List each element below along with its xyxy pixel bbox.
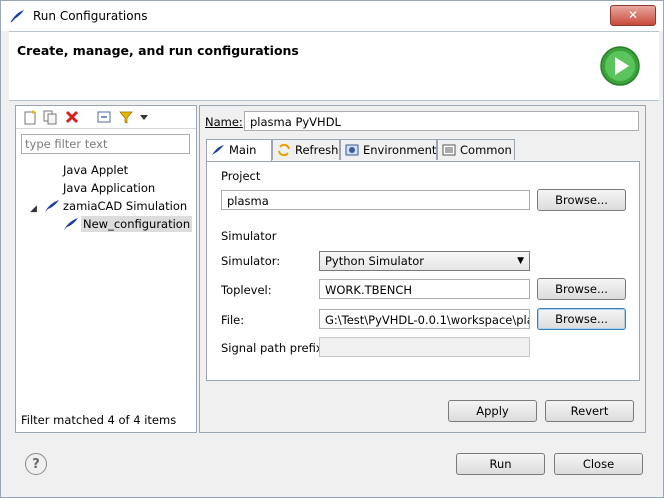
tab-main[interactable]: Main — [206, 139, 272, 162]
expand-arrow-icon[interactable]: ◢ — [30, 204, 37, 214]
tree-item-java-applet[interactable]: Java Applet — [63, 162, 128, 178]
configuration-feather-icon — [64, 218, 78, 230]
simulator-group-title: Simulator — [221, 229, 277, 243]
close-window-button[interactable]: ✕ — [610, 5, 656, 26]
refresh-icon — [278, 143, 290, 157]
chevron-down-icon: ▼ — [517, 256, 524, 266]
window-title: Run Configurations — [33, 9, 148, 23]
tree-item-java-application[interactable]: Java Application — [63, 180, 155, 196]
new-configuration-icon[interactable] — [22, 109, 38, 125]
run-icon — [600, 46, 640, 86]
tab-main-label: Main — [229, 143, 257, 157]
title-bar: Run Configurations ✕ — [1, 1, 663, 31]
tree-item-new-configuration[interactable]: New_configuration — [81, 216, 193, 232]
project-group-title: Project — [221, 169, 261, 183]
duplicate-icon[interactable] — [42, 109, 58, 125]
header-banner: Create, manage, and run configurations — [9, 31, 659, 101]
chevron-down-icon[interactable] — [136, 109, 152, 125]
signal-path-prefix-label: Signal path prefix: — [221, 341, 327, 355]
tab-refresh-label: Refresh — [295, 143, 339, 157]
filter-icon[interactable] — [118, 109, 134, 125]
delete-icon[interactable] — [64, 109, 80, 125]
tree-item-zamiacad-simulation[interactable]: zamiaCAD Simulation — [63, 198, 187, 214]
collapse-all-icon[interactable] — [96, 109, 112, 125]
name-label: Name: — [205, 115, 243, 129]
signal-path-prefix-field[interactable] — [319, 337, 530, 357]
apply-button[interactable]: Apply — [448, 400, 537, 422]
run-configurations-dialog: Run Configurations ✕ Create, manage, and… — [0, 0, 664, 498]
main-tab-content: Project plasma Browse... Simulator Simul… — [206, 161, 640, 381]
toplevel-field[interactable]: WORK.TBENCH — [319, 279, 530, 299]
project-field[interactable]: plasma — [221, 190, 530, 210]
tab-common-label: Common — [460, 143, 512, 157]
file-label: File: — [221, 313, 245, 327]
tab-refresh[interactable]: Refresh — [272, 139, 340, 160]
name-field[interactable]: plasma PyVHDL — [244, 111, 639, 131]
simulator-select[interactable]: Python Simulator ▼ — [319, 251, 530, 271]
tab-common[interactable]: Common — [437, 139, 515, 160]
toplevel-label: Toplevel: — [221, 283, 272, 297]
environment-icon — [345, 144, 359, 156]
feather-icon — [212, 145, 224, 155]
simulator-label: Simulator: — [221, 254, 281, 268]
filter-input[interactable]: type filter text — [21, 134, 190, 154]
file-browse-button[interactable]: Browse... — [537, 308, 626, 330]
run-button[interactable]: Run — [456, 453, 545, 475]
configuration-editor-pane: Name: plasma PyVHDL Main Refresh Environ… — [199, 105, 646, 433]
zamiacad-feather-icon — [45, 200, 59, 212]
revert-button[interactable]: Revert — [545, 400, 634, 422]
tab-environment-label: Environment — [363, 143, 437, 157]
configuration-tree-pane: type filter text Java Applet Java Applic… — [15, 105, 197, 433]
project-browse-button[interactable]: Browse... — [537, 189, 626, 211]
simulator-select-value: Python Simulator — [325, 254, 425, 268]
tree-toolbar — [16, 106, 196, 129]
file-field[interactable]: G:\Test\PyVHDL-0.0.1\workspace\plas — [319, 309, 530, 329]
help-icon[interactable]: ? — [25, 453, 47, 475]
banner-title: Create, manage, and run configurations — [17, 43, 299, 58]
common-icon — [442, 144, 456, 156]
feather-icon — [10, 10, 24, 23]
filter-status: Filter matched 4 of 4 items — [21, 413, 177, 427]
close-button[interactable]: Close — [554, 453, 643, 475]
tab-environment[interactable]: Environment — [340, 139, 437, 160]
toplevel-browse-button[interactable]: Browse... — [537, 278, 626, 300]
